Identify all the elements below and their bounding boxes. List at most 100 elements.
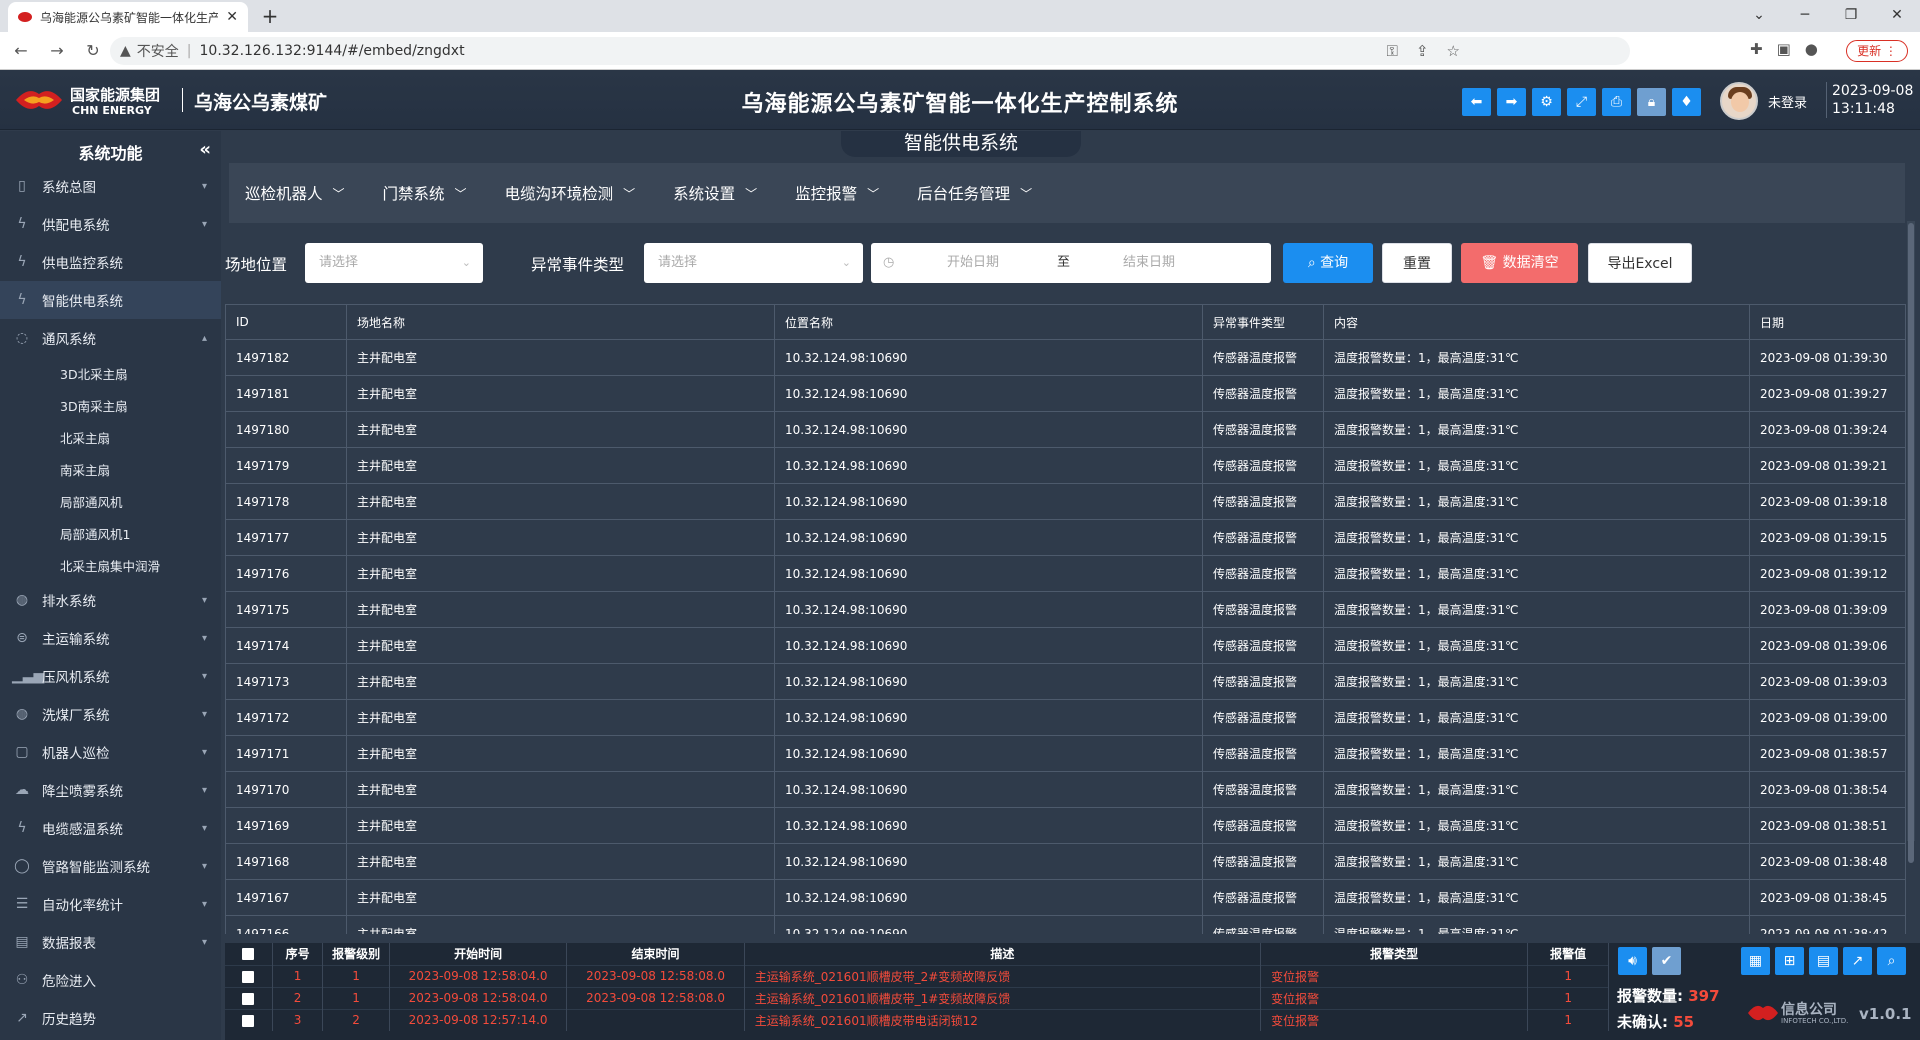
sidebar-item-0[interactable]: ▯ 系统总图 ▾ [0, 167, 221, 205]
back-icon[interactable]: ← [6, 36, 36, 66]
column-header[interactable]: 异常事件类型 [1202, 304, 1324, 340]
close-window-button[interactable]: ✕ [1874, 0, 1920, 32]
alarm-row[interactable]: 2 1 2023-09-08 12:58:04.0 2023-09-08 12:58:… [225, 986, 1609, 1009]
chart-icon[interactable]: ↗ [1843, 947, 1872, 975]
column-header[interactable]: 日期 [1749, 304, 1906, 340]
fullscreen-icon[interactable]: ⤢ [1567, 88, 1596, 116]
sidebar-item-after-0[interactable]: ◍ 排水系统 ▾ [0, 581, 221, 619]
browser-tab[interactable]: 乌海能源公乌素矿智能一体化生产控制系统 ✕ [8, 2, 248, 32]
alarm-row-checkbox[interactable] [242, 992, 255, 1005]
sidebar-item-after-5[interactable]: ☁ 降尘喷雾系统 ▾ [0, 771, 221, 809]
scrollbar-thumb[interactable] [1908, 223, 1914, 863]
sidebar-subitem-5[interactable]: 局部通风机1 [0, 517, 221, 549]
table-row[interactable]: 1497176 主井配电室 10.32.124.98:10690 传感器温度报警 温度报… [225, 555, 1906, 592]
lock-icon[interactable]: 🔒︎ [1637, 88, 1666, 116]
sidebar-subitem-6[interactable]: 北采主扇集中润滑 [0, 549, 221, 581]
query-button[interactable]: ⌕ 查询 [1283, 243, 1373, 283]
event-table-container[interactable]: ID 场地名称 位置名称 异常事件类型 内容 日期 1497182 主井配电室 10.32.1… [225, 304, 1911, 934]
restore-button[interactable]: ❐ [1828, 0, 1874, 32]
alarm-row-checkbox[interactable] [242, 1014, 255, 1027]
new-tab-button[interactable]: + [258, 4, 282, 28]
update-button[interactable]: 更新 ⋮ [1846, 40, 1908, 62]
alarm-row[interactable]: 1 1 2023-09-08 12:58:04.0 2023-09-08 12:58:… [225, 964, 1609, 987]
extensions-icon[interactable]: ✚ [1750, 40, 1763, 58]
sidebar-subitem-0[interactable]: 3D北采主扇 [0, 357, 221, 389]
confirm-check-icon[interactable]: ✔ [1652, 947, 1681, 975]
key-icon[interactable]: ⚿ [1387, 37, 1398, 65]
close-tab-icon[interactable]: ✕ [226, 9, 238, 25]
settings-gear-icon[interactable]: ⚙ [1532, 88, 1561, 116]
sidebar-item-after-1[interactable]: ⊜ 主运输系统 ▾ [0, 619, 221, 657]
column-header[interactable]: 内容 [1323, 304, 1750, 340]
date-range-picker[interactable]: ◷ 开始日期 至 结束日期 [871, 243, 1271, 283]
minimize-button[interactable]: ─ [1782, 0, 1828, 32]
table-row[interactable]: 1497182 主井配电室 10.32.124.98:10690 传感器温度报警 温度报… [225, 339, 1906, 376]
export-excel-button[interactable]: 导出Excel [1588, 243, 1692, 283]
alarm-row[interactable]: 3 2 2023-09-08 12:57:14.0 主运输系统_021601顺槽皮带电… [225, 1008, 1609, 1031]
print-icon[interactable]: ⎙ [1602, 88, 1631, 116]
table-row[interactable]: 1497169 主井配电室 10.32.124.98:10690 传感器温度报警 温度报… [225, 807, 1906, 844]
search-icon[interactable]: ⌕ [1877, 947, 1906, 975]
start-date-input[interactable]: 开始日期 [947, 243, 999, 283]
table-row[interactable]: 1497171 主井配电室 10.32.124.98:10690 传感器温度报警 温度报… [225, 735, 1906, 772]
subnav-item-2[interactable]: 电缆沟环境检测 ﹀ [505, 182, 636, 204]
reset-button[interactable]: 重置 [1382, 243, 1452, 283]
sidebar-item-after-11[interactable]: ↗ 历史趋势 [0, 999, 221, 1037]
sidebar-item-after-6[interactable]: ϟ 电缆感温系统 ▾ [0, 809, 221, 847]
subnav-item-0[interactable]: 巡检机器人 ﹀ [245, 182, 345, 204]
table-row[interactable]: 1497174 主井配电室 10.32.124.98:10690 传感器温度报警 温度报… [225, 627, 1906, 664]
subnav-item-1[interactable]: 门禁系统 ﹀ [383, 182, 467, 204]
column-header[interactable]: 场地名称 [346, 304, 775, 340]
sidebar-item-2[interactable]: ϟ 供电监控系统 [0, 243, 221, 281]
sidebar-item-after-4[interactable]: ▢ 机器人巡检 ▾ [0, 733, 221, 771]
bookmark-star-icon[interactable]: ☆ [1447, 37, 1460, 65]
sidebar-subitem-2[interactable]: 北采主扇 [0, 421, 221, 453]
login-status[interactable]: 未登录 [1768, 92, 1807, 111]
tab-search-icon[interactable]: ⌄ [1736, 0, 1782, 32]
avatar[interactable] [1720, 82, 1758, 120]
theme-shirt-icon[interactable]: ♦ [1672, 88, 1701, 116]
sidebar-subitem-3[interactable]: 南采主扇 [0, 453, 221, 485]
sidebar-item-after-3[interactable]: ◍ 洗煤厂系统 ▾ [0, 695, 221, 733]
select-all-checkbox[interactable] [242, 948, 255, 961]
sidebar-item-4[interactable]: ◌ 通风系统 ▴ [0, 319, 221, 357]
profile-icon[interactable]: ● [1805, 40, 1818, 58]
sidebar-item-1[interactable]: ϟ 供配电系统 ▾ [0, 205, 221, 243]
event-type-select[interactable]: 请选择 ⌄ [644, 243, 863, 283]
table-row[interactable]: 1497170 主井配电室 10.32.124.98:10690 传感器温度报警 温度报… [225, 771, 1906, 808]
address-bar[interactable]: ▲ 不安全 | 10.32.126.132:9144/#/embed/zngdx… [110, 37, 1630, 65]
sidebar-item-3[interactable]: ϟ 智能供电系统 [0, 281, 221, 319]
sidebar-subitem-4[interactable]: 局部通风机 [0, 485, 221, 517]
document-icon[interactable]: ▤ [1809, 947, 1838, 975]
clear-data-button[interactable]: 🗑︎ 数据清空 [1461, 243, 1578, 283]
column-header[interactable]: ID [225, 304, 347, 340]
column-header[interactable]: 位置名称 [774, 304, 1203, 340]
subnav-item-4[interactable]: 监控报警 ﹀ [795, 182, 879, 204]
table-row[interactable]: 1497178 主井配电室 10.32.124.98:10690 传感器温度报警 温度报… [225, 483, 1906, 520]
table-row[interactable]: 1497172 主井配电室 10.32.124.98:10690 传感器温度报警 温度报… [225, 699, 1906, 736]
alarm-row-checkbox[interactable] [242, 970, 255, 983]
sidebar-item-after-9[interactable]: ▤ 数据报表 ▾ [0, 923, 221, 961]
grid-view-icon[interactable]: ▦ [1741, 947, 1770, 975]
sidebar-item-after-7[interactable]: ◯ 管路智能监测系统 ▾ [0, 847, 221, 885]
subnav-item-5[interactable]: 后台任务管理 ﹀ [917, 182, 1032, 204]
side-panel-icon[interactable]: ▣ [1777, 40, 1791, 58]
table-scrollbar[interactable] [1907, 221, 1915, 863]
table-row[interactable]: 1497179 主井配电室 10.32.124.98:10690 传感器温度报警 温度报… [225, 447, 1906, 484]
end-date-input[interactable]: 结束日期 [1123, 243, 1175, 283]
table-row[interactable]: 1497166 主井配电室 10.32.124.98:10690 传感器温度报警 温度报… [225, 915, 1906, 934]
location-select[interactable]: 请选择 ⌄ [305, 243, 483, 283]
reload-icon[interactable]: ↻ [78, 36, 108, 66]
sound-icon[interactable]: 🔊︎ [1618, 947, 1647, 975]
sidebar-subitem-1[interactable]: 3D南采主扇 [0, 389, 221, 421]
forward-icon[interactable]: → [42, 36, 72, 66]
forward-arrow-icon[interactable]: ➡ [1497, 88, 1526, 116]
collapse-sidebar-icon[interactable]: « [199, 139, 211, 160]
share-icon[interactable]: ⇪ [1416, 37, 1429, 65]
table-row[interactable]: 1497180 主井配电室 10.32.124.98:10690 传感器温度报警 温度报… [225, 411, 1906, 448]
table-row[interactable]: 1497181 主井配电室 10.32.124.98:10690 传感器温度报警 温度报… [225, 375, 1906, 412]
table-view-icon[interactable]: ⊞ [1775, 947, 1804, 975]
back-arrow-icon[interactable]: ⬅ [1462, 88, 1491, 116]
table-row[interactable]: 1497173 主井配电室 10.32.124.98:10690 传感器温度报警 温度报… [225, 663, 1906, 700]
table-row[interactable]: 1497167 主井配电室 10.32.124.98:10690 传感器温度报警 温度报… [225, 879, 1906, 916]
